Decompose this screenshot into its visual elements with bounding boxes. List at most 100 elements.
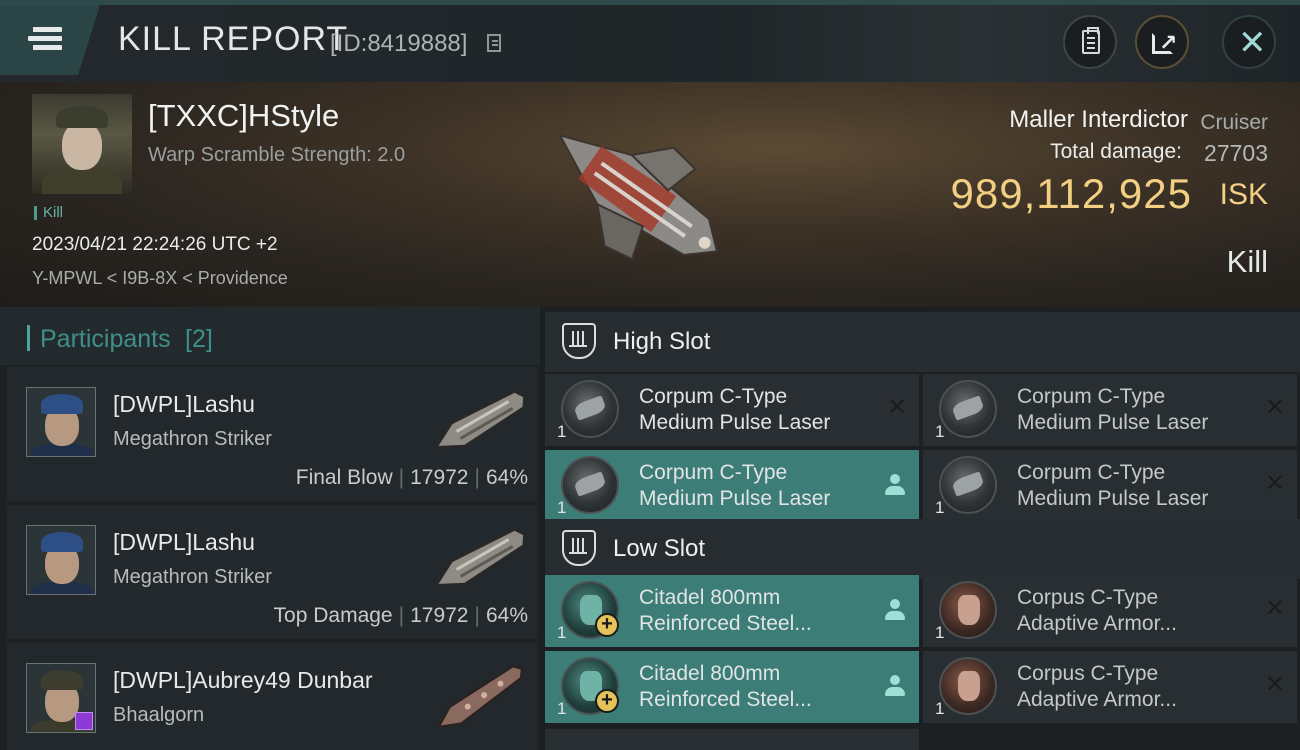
module-name: Citadel 800mm Reinforced Steel...: [639, 585, 879, 637]
module-quantity: 1: [935, 498, 945, 517]
participant-damage: 17972: [410, 466, 469, 489]
pulse-laser-icon: [939, 380, 997, 438]
plus-icon: +: [595, 689, 619, 713]
participants-panel: Participants [2] [DWPL]Lashu Megathron S…: [0, 307, 540, 750]
plus-icon: +: [595, 613, 619, 637]
low-slot-header[interactable]: Low Slot: [545, 519, 1300, 579]
participant-name: [DWPL]Lashu: [113, 529, 255, 555]
module-name-line2: Adaptive Armor...: [1017, 688, 1177, 711]
module-quantity: 1: [557, 498, 567, 517]
module-quantity: 1: [935, 422, 945, 441]
participant-role: Final Blow: [295, 466, 393, 489]
portrait-face: [62, 122, 102, 170]
module-quantity: 1: [557, 623, 567, 642]
module-item[interactable]: 1 Corpum C-Type Medium Pulse Laser ✕: [923, 450, 1297, 522]
victim-ship-image: [558, 133, 719, 261]
victim-stat: Warp Scramble Strength: 2.0: [148, 144, 406, 166]
participant-name: [DWPL]Aubrey49 Dunbar: [113, 667, 373, 693]
module-item[interactable]: 1 Corpus C-Type Adaptive Armor... ✕: [923, 575, 1297, 647]
high-slot-header[interactable]: High Slot: [545, 312, 1300, 372]
pilot-icon: [885, 599, 905, 621]
top-bar: KILL REPORT [ID:8419888] ↗ ✕: [0, 0, 1300, 82]
participant-ship: Bhaalgorn: [113, 704, 205, 726]
clipboard-button[interactable]: [1063, 15, 1117, 69]
portrait-cap: [41, 532, 83, 552]
module-name: Corpum C-Type Medium Pulse Laser: [1017, 384, 1257, 436]
module-quantity: 1: [557, 422, 567, 441]
module-name-line1: Citadel 800mm: [639, 586, 781, 609]
module-name-line1: Corpum C-Type: [639, 461, 788, 484]
module-name-line1: Corpum C-Type: [1017, 385, 1166, 408]
stat-separator: |: [474, 604, 480, 627]
participant-avatar[interactable]: [26, 387, 96, 457]
participant-role: Top Damage: [273, 604, 393, 627]
module-name-line2: Reinforced Steel...: [639, 612, 812, 635]
participant-name: [DWPL]Lashu: [113, 391, 255, 417]
module-quantity: 1: [935, 623, 945, 642]
module-name: Corpus C-Type Adaptive Armor...: [1017, 661, 1257, 713]
victim-portrait[interactable]: [32, 94, 132, 194]
x-icon: ✕: [1264, 594, 1285, 622]
module-quantity: 1: [557, 699, 567, 718]
participants-header[interactable]: Participants [2]: [0, 307, 540, 365]
low-slot-icon: [562, 530, 596, 566]
participant-card[interactable]: [DWPL]Lashu Megathron Striker Final Blow…: [7, 367, 537, 501]
module-name-line1: Citadel 800mm: [639, 662, 781, 685]
victim-ship-class: Cruiser: [1200, 111, 1268, 134]
x-icon: ✕: [1264, 393, 1285, 421]
participant-percent: 64%: [485, 604, 528, 627]
module-name-line2: Adaptive Armor...: [1017, 612, 1177, 635]
x-icon: ✕: [886, 393, 907, 421]
module-name: Corpum C-Type Medium Pulse Laser: [639, 384, 879, 436]
stat-separator: |: [474, 466, 480, 489]
module-item[interactable]: 1 Corpum C-Type Medium Pulse Laser ✕: [923, 374, 1297, 446]
module-item[interactable]: 1 Corpus C-Type Adaptive Armor... ✕: [923, 651, 1297, 723]
module-quantity: 1: [935, 699, 945, 718]
isk-unit: ISK: [1219, 178, 1268, 211]
copy-icon[interactable]: [487, 34, 501, 52]
clipboard-icon: [1082, 27, 1100, 54]
participant-stats: Final Blow | 17972 | 64%: [296, 466, 528, 490]
module-name-line1: Corpum C-Type: [1017, 461, 1166, 484]
pilot-icon: [885, 474, 905, 496]
participant-ship: Megathron Striker: [113, 566, 272, 588]
module-name-line2: Medium Pulse Laser: [639, 411, 831, 434]
close-button[interactable]: ✕: [1222, 15, 1276, 69]
module-item-partial[interactable]: [545, 729, 919, 750]
isk-value: 989,112,925: [950, 170, 1192, 217]
participant-card[interactable]: [DWPL]Aubrey49 Dunbar Bhaalgorn: [7, 643, 537, 750]
module-item[interactable]: + 1 Citadel 800mm Reinforced Steel...: [545, 651, 919, 723]
module-name: Citadel 800mm Reinforced Steel...: [639, 661, 879, 713]
module-name-line2: Medium Pulse Laser: [639, 487, 831, 510]
participant-ship: Megathron Striker: [113, 428, 272, 450]
module-name-line1: Corpus C-Type: [1017, 586, 1159, 609]
module-name-line2: Medium Pulse Laser: [1017, 487, 1209, 510]
adaptive-armor-icon: [939, 657, 997, 715]
hamburger-icon-bar: [26, 43, 62, 52]
victim-name[interactable]: [TXXC]HStyle: [148, 98, 339, 134]
kill-location[interactable]: Y-MPWL < I9B-8X < Providence: [32, 268, 288, 289]
module-item[interactable]: + 1 Citadel 800mm Reinforced Steel...: [545, 575, 919, 647]
victim-ship-name[interactable]: Maller Interdictor: [1009, 106, 1188, 134]
participant-damage: 17972: [410, 604, 469, 627]
adaptive-armor-icon: [939, 581, 997, 639]
page-title: KILL REPORT: [118, 20, 349, 58]
participants-count: [2]: [185, 325, 213, 353]
participant-avatar[interactable]: [26, 525, 96, 595]
module-name: Corpum C-Type Medium Pulse Laser: [1017, 460, 1257, 512]
participant-avatar[interactable]: [26, 663, 96, 733]
pulse-laser-icon: [939, 456, 997, 514]
hamburger-icon-bar: [28, 36, 62, 41]
module-item[interactable]: 1 Corpum C-Type Medium Pulse Laser ✕: [545, 374, 919, 446]
low-slot-title: Low Slot: [613, 535, 706, 562]
participants-title: Participants: [40, 325, 171, 353]
participant-card[interactable]: [DWPL]Lashu Megathron Striker Top Damage…: [7, 505, 537, 639]
module-name-line1: Corpum C-Type: [639, 385, 788, 408]
share-button[interactable]: ↗: [1135, 15, 1189, 69]
kill-result: Kill: [1226, 244, 1268, 279]
stat-separator: |: [398, 466, 405, 489]
module-item[interactable]: 1 Corpum C-Type Medium Pulse Laser: [545, 450, 919, 522]
menu-button[interactable]: [0, 5, 100, 75]
turret-slot-icon: [562, 323, 596, 359]
participant-ship-image: [437, 665, 523, 728]
